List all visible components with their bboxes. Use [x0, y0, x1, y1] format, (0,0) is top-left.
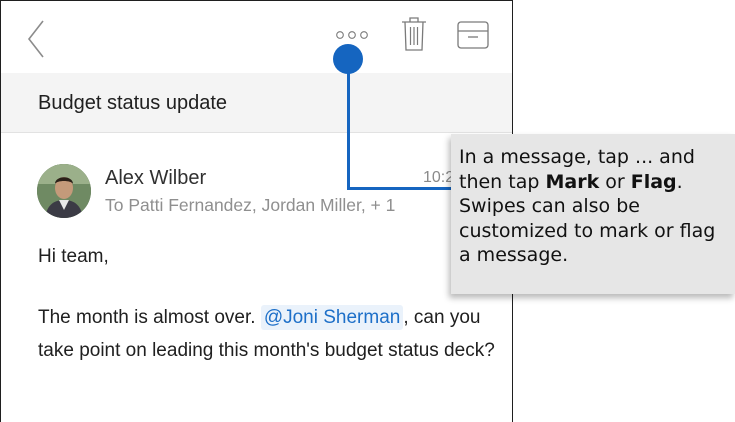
archive-button[interactable] — [455, 17, 491, 53]
tooltip-text-2: or — [599, 170, 631, 193]
message-view: Budget status update Alex Wilber 10:2 To… — [0, 0, 513, 422]
sender-name[interactable]: Alex Wilber — [105, 167, 206, 190]
mention-link[interactable]: @Joni Sherman — [260, 305, 404, 330]
back-button[interactable] — [23, 17, 49, 61]
trash-icon — [402, 17, 426, 51]
chevron-left-icon — [27, 20, 44, 58]
message-time: 10:2 — [423, 169, 455, 186]
toolbar — [1, 1, 512, 73]
person-avatar-icon — [37, 164, 91, 218]
message-subject: Budget status update — [38, 92, 228, 114]
delete-button[interactable] — [399, 15, 429, 53]
instruction-tooltip: In a message, tap ... and then tap Mark … — [451, 134, 735, 294]
body-text-start: The month is almost over. — [38, 307, 261, 328]
more-button[interactable] — [331, 23, 375, 47]
callout-marker — [333, 44, 363, 74]
callout-connector-horizontal — [347, 187, 453, 190]
archive-icon — [457, 21, 489, 49]
callout-connector-vertical — [347, 58, 350, 190]
recipients-line[interactable]: To Patti Fernandez, Jordan Miller, + 1 — [105, 195, 395, 216]
tooltip-flag-label: Flag — [630, 170, 677, 193]
more-dots-icon — [336, 31, 368, 39]
avatar[interactable] — [37, 164, 91, 218]
tooltip-mark-label: Mark — [545, 170, 600, 193]
subject-bar: Budget status update — [1, 73, 512, 133]
message-greeting: Hi team, — [38, 246, 109, 267]
message-body: The month is almost over. @Joni Sherman,… — [38, 301, 508, 367]
